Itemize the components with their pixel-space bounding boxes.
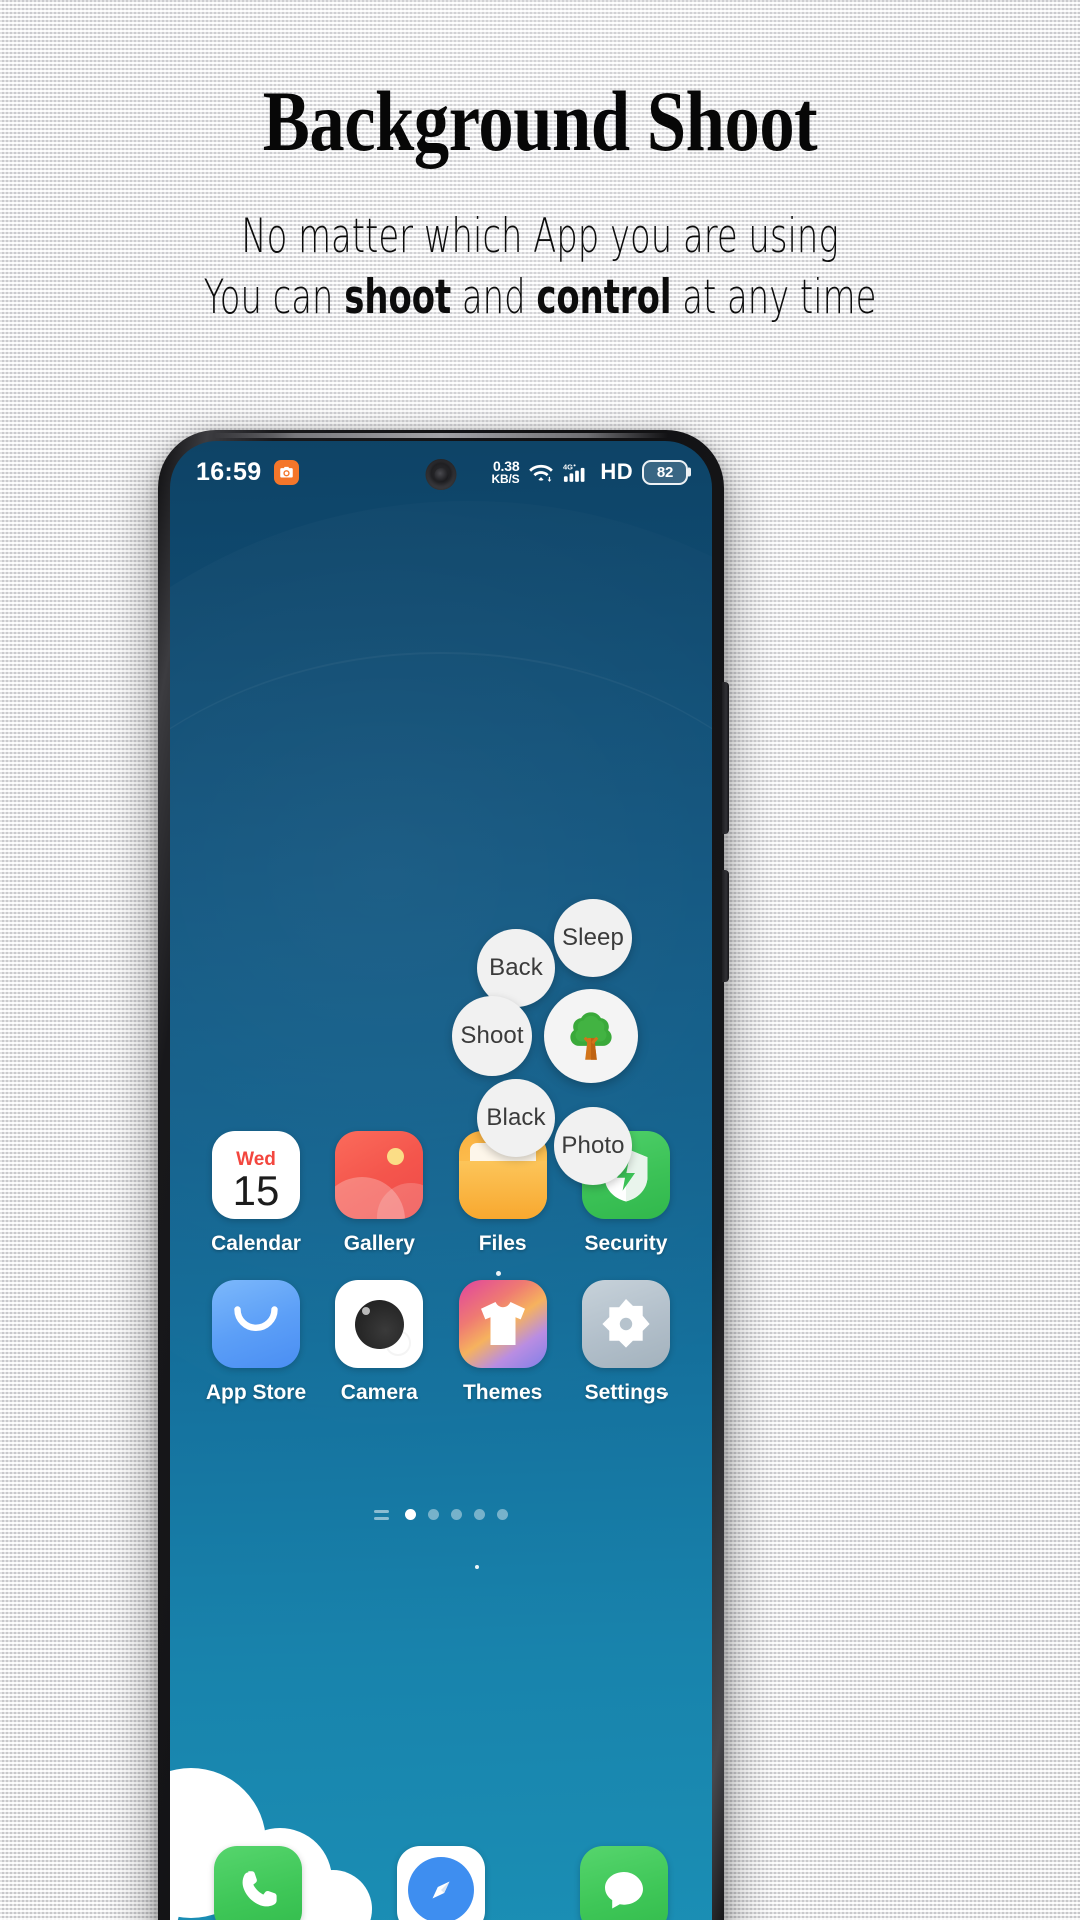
- app-grid: Wed 15 Calendar Gallery Files Security A…: [170, 1131, 712, 1429]
- signal-bars-icon: 4G: [563, 462, 585, 482]
- bubble-black-label: Black: [486, 1104, 546, 1131]
- status-time: 16:59: [196, 457, 262, 486]
- dock: [170, 1818, 712, 1920]
- app-label: Settings: [584, 1381, 668, 1404]
- bubble-tree-toggle[interactable]: [544, 989, 638, 1083]
- calendar-day: 15: [232, 1167, 280, 1214]
- bubble-shoot-label: Shoot: [460, 1022, 524, 1049]
- battery-indicator: 82: [642, 459, 688, 485]
- app-gallery[interactable]: Gallery: [327, 1131, 431, 1256]
- wallpaper-sparkle: [475, 1565, 479, 1569]
- message-icon: [605, 1872, 643, 1909]
- gallery-icon: [335, 1131, 424, 1219]
- app-label: Files: [478, 1232, 527, 1255]
- camera-lens: [354, 1299, 404, 1349]
- app-store-icon: [212, 1280, 300, 1368]
- app-settings[interactable]: Settings: [574, 1280, 678, 1405]
- app-calendar[interactable]: Wed 15 Calendar: [204, 1131, 308, 1256]
- subtitle-line-1: No matter which App you are using: [241, 209, 839, 264]
- page-dot-3[interactable]: [451, 1509, 462, 1520]
- svg-text:4G: 4G: [563, 462, 573, 471]
- wifi-icon: [529, 464, 554, 482]
- battery-level: 82: [656, 463, 674, 481]
- bubble-black[interactable]: Black: [477, 1079, 555, 1157]
- camera-icon: [274, 459, 300, 485]
- tshirt-icon: [458, 1280, 547, 1368]
- page-menu-icon[interactable]: [374, 1509, 389, 1520]
- subtitle-seg-e: at any time: [671, 270, 877, 326]
- status-bar-right: 0.38 KB/S 4G HD 82: [491, 457, 688, 487]
- camera-icon: [335, 1280, 424, 1368]
- phone-screen: 16:59 0.38 KB/S 4G HD 82 Sleep Back Shoo…: [170, 441, 712, 1920]
- phone-icon: [242, 1870, 277, 1906]
- files-pocket: [458, 1161, 547, 1219]
- bubble-back-label: Back: [489, 954, 543, 981]
- dock-messages[interactable]: [580, 1846, 668, 1920]
- hd-label: HD: [600, 459, 633, 484]
- subtitle-bold-shoot: shoot: [344, 270, 452, 326]
- volume-button[interactable]: [722, 682, 729, 834]
- dock-browser[interactable]: [397, 1846, 485, 1920]
- gear-icon: [581, 1280, 670, 1368]
- page-dot-2[interactable]: [428, 1509, 439, 1520]
- status-bar-left: 16:59: [196, 457, 300, 487]
- network-speed: 0.38 KB/S: [491, 457, 520, 487]
- bubble-sleep-label: Sleep: [562, 924, 624, 951]
- bubble-photo[interactable]: Photo: [554, 1107, 632, 1185]
- app-app-store[interactable]: App Store: [204, 1280, 308, 1405]
- page-dot-1[interactable]: [405, 1509, 416, 1520]
- page-dot-4[interactable]: [474, 1509, 485, 1520]
- subtitle-line-2: You can shoot and control at any time: [151, 267, 929, 328]
- subtitle-bold-control: control: [536, 270, 672, 326]
- app-label: Camera: [340, 1381, 418, 1404]
- poster-canvas: Background Shoot No matter which App you…: [0, 0, 1080, 1920]
- tree-icon: [570, 1012, 612, 1060]
- bubble-photo-label: Photo: [561, 1132, 625, 1159]
- phone-device: 16:59 0.38 KB/S 4G HD 82 Sleep Back Shoo…: [158, 430, 729, 1920]
- dock-phone[interactable]: [214, 1846, 302, 1920]
- network-speed-value: 0.38: [492, 457, 520, 474]
- app-label: App Store: [205, 1381, 307, 1404]
- status-bar: 16:59 0.38 KB/S 4G HD 82: [170, 441, 712, 503]
- network-speed-unit: KB/S: [491, 472, 520, 487]
- app-themes[interactable]: Themes: [451, 1280, 555, 1405]
- headline-block: Background Shoot No matter which App you…: [0, 0, 1080, 328]
- app-label: Calendar: [211, 1232, 301, 1255]
- bubble-shoot[interactable]: Shoot: [452, 996, 532, 1076]
- gallery-sun: [387, 1148, 405, 1165]
- phone-top-highlight: [214, 433, 668, 438]
- power-button[interactable]: [722, 870, 729, 982]
- app-label: Security: [584, 1232, 668, 1255]
- app-row-2: App Store Camera Themes Settings: [204, 1280, 678, 1405]
- page-title: Background Shoot: [262, 73, 818, 169]
- subtitle-seg-a: You can: [203, 270, 345, 326]
- page-indicator: [170, 1509, 712, 1520]
- compass-icon: [408, 1857, 474, 1920]
- app-camera[interactable]: Camera: [327, 1280, 431, 1405]
- calendar-icon: Wed 15: [212, 1131, 300, 1219]
- subtitle: No matter which App you are using You ca…: [151, 206, 929, 328]
- menu-bar: [374, 1516, 389, 1520]
- menu-bar: [374, 1509, 389, 1513]
- page-dot-5[interactable]: [497, 1509, 508, 1520]
- bubble-sleep[interactable]: Sleep: [554, 899, 632, 977]
- subtitle-seg-c: and: [451, 270, 537, 326]
- app-label: Themes: [462, 1381, 543, 1404]
- app-label: Gallery: [343, 1232, 415, 1255]
